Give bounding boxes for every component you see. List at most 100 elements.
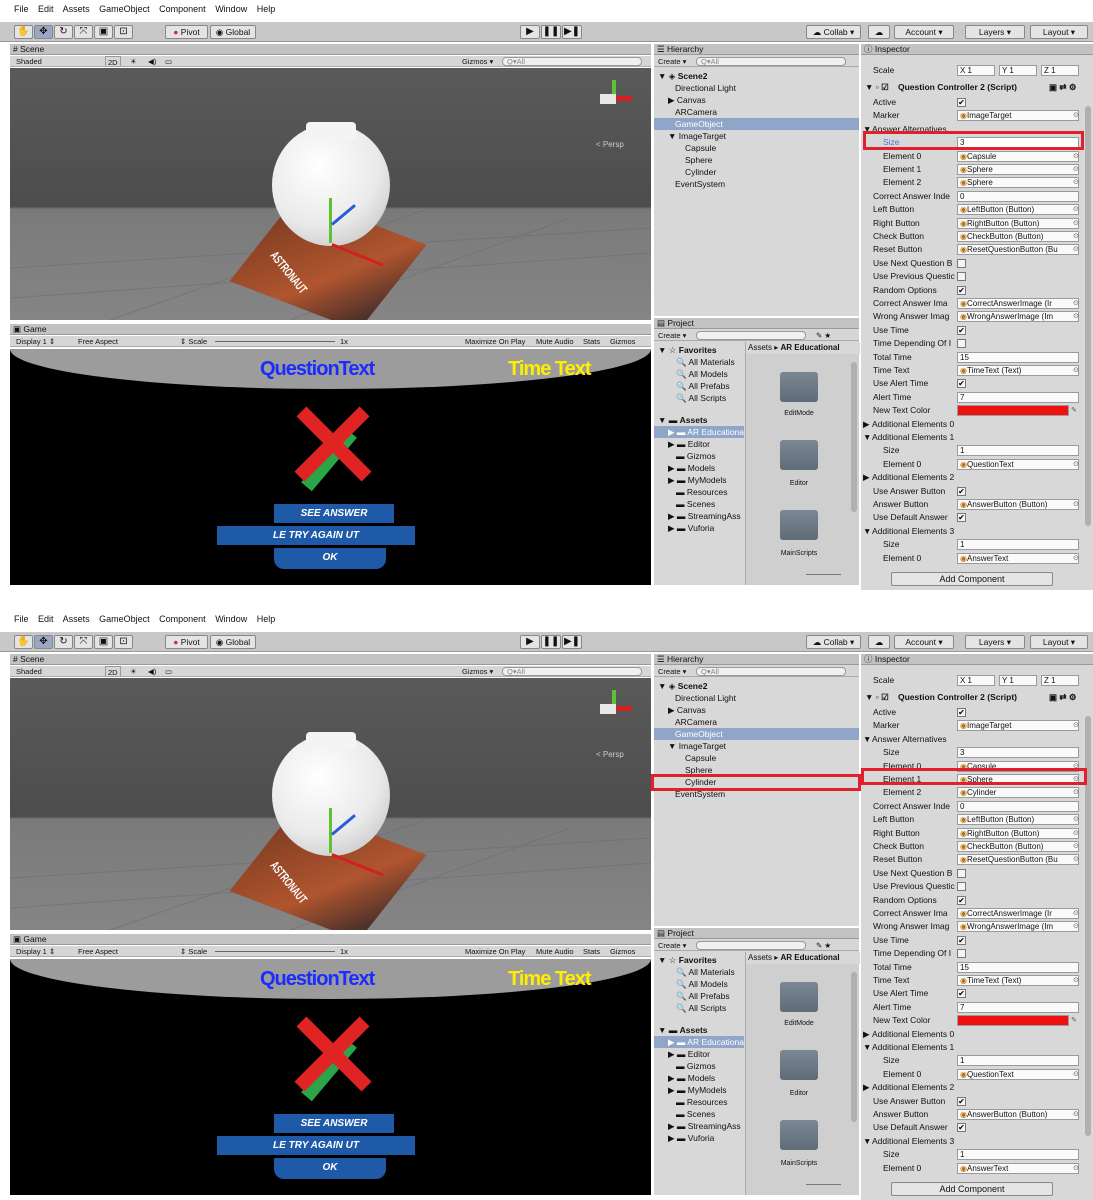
game-viewport[interactable]: QuestionText Time Text SEE ANSWER LE TRY… [10, 349, 651, 585]
fav-all-prefabs[interactable]: 🔍 All Prefabs [676, 990, 730, 1002]
maximize-on-play-toggle[interactable]: Maximize On Play [465, 336, 525, 346]
checkbox-use-default-answer[interactable]: ✔ [957, 513, 966, 523]
hierarchy-item-gameobject[interactable]: GameObject [654, 728, 859, 740]
try-again-button[interactable]: LE TRY AGAIN UT [217, 526, 415, 545]
cloud-icon[interactable]: ☁ [868, 635, 890, 649]
asset-folder-ar-educational[interactable]: ▶ ▬ AR Educationa [654, 426, 744, 438]
mute-audio-toggle[interactable]: Mute Audio [536, 336, 574, 346]
favorites-folder[interactable]: ▼ ☆ Favorites [658, 954, 717, 966]
field-answer-button[interactable]: ◉AnswerButton (Button) [957, 1109, 1079, 1120]
checkbox-use-alert-time[interactable]: ✔ [957, 379, 966, 389]
asset-folder-resources[interactable]: ▬ Resources [676, 486, 728, 498]
inspector-scrollbar[interactable] [1085, 106, 1091, 526]
field-correct-answer-inde[interactable]: 0 [957, 800, 1079, 812]
game-gizmos-dropdown[interactable]: Gizmos [610, 336, 635, 346]
foldout-arrow-icon[interactable]: ▶ [863, 1081, 870, 1094]
field-element-2[interactable]: ◉Sphere [957, 177, 1079, 189]
menu-window[interactable]: Window [215, 4, 247, 14]
hierarchy-item-capsule[interactable]: Capsule [685, 142, 716, 154]
field-element-0[interactable]: ◉AnswerText [957, 1162, 1079, 1174]
hierarchy-search-input[interactable]: Q▾All [696, 667, 846, 676]
game-viewport[interactable]: QuestionText Time Text SEE ANSWER LE TRY… [10, 959, 651, 1195]
hierarchy-tab[interactable]: ☰ Hierarchy [654, 654, 859, 665]
object-picker-icon[interactable]: ⊙ [1073, 176, 1079, 189]
color-swatch-new-text-color[interactable] [957, 405, 1069, 417]
hand-tool-icon[interactable]: ✋ [14, 25, 33, 39]
field-element-0[interactable]: ◉QuestionText [957, 1068, 1079, 1080]
object-picker-icon[interactable]: ⊙ [1073, 203, 1079, 216]
field-size[interactable]: 1 [957, 1055, 1079, 1067]
field-wrong-answer-imag[interactable]: ◉WrongAnswerImage (Im [957, 921, 1079, 933]
scene-tab[interactable]: # Scene [13, 44, 44, 54]
try-again-button[interactable]: LE TRY AGAIN UT [217, 1136, 415, 1155]
hierarchy-create-button[interactable]: Create ▾ [658, 666, 686, 676]
pause-button[interactable]: ❚❚ [541, 635, 561, 649]
foldout-arrow-icon[interactable]: ▼ [863, 1135, 871, 1148]
scale-x-field[interactable]: X 1 [957, 65, 995, 76]
foldout-arrow-icon[interactable]: ▶ [863, 418, 870, 431]
stats-toggle[interactable]: Stats [583, 946, 600, 956]
scene-search-input[interactable]: Q▾All [502, 667, 642, 676]
field-check-button[interactable]: ◉CheckButton (Button) [957, 231, 1079, 242]
field-check-button[interactable]: ◉CheckButton (Button) [957, 841, 1079, 852]
play-button[interactable]: ▶ [520, 635, 540, 649]
see-answer-button[interactable]: SEE ANSWER [274, 504, 394, 523]
object-picker-icon[interactable]: ⊙ [1073, 1162, 1079, 1175]
field-left-button[interactable]: ◉LeftButton (Button) [957, 814, 1079, 826]
scale-slider[interactable] [215, 951, 335, 952]
orientation-gizmo-icon[interactable] [596, 690, 632, 726]
field-reset-button[interactable]: ◉ResetQuestionButton (Bu [957, 854, 1079, 866]
asset-folder-scenes[interactable]: ▬ Scenes [676, 1108, 715, 1120]
inspector-label-additional-elements-3[interactable]: Additional Elements 3 [872, 1135, 1012, 1148]
checkbox-use-alert-time[interactable]: ✔ [957, 989, 966, 999]
object-picker-icon[interactable]: ⊙ [1073, 243, 1079, 256]
object-picker-icon[interactable]: ⊙ [1073, 150, 1079, 163]
hierarchy-item-sphere[interactable]: Sphere [685, 154, 712, 166]
inspector-label-answer-alternatives[interactable]: Answer Alternatives [872, 733, 1012, 746]
game-tab[interactable]: ▣ Game [13, 934, 47, 944]
field-reset-button[interactable]: ◉ResetQuestionButton (Bu [957, 244, 1079, 256]
menu-edit[interactable]: Edit [38, 614, 54, 624]
transform-tool-icon[interactable]: ⊡ [114, 25, 133, 39]
folder-editmode-icon[interactable] [780, 372, 818, 402]
hierarchy-item-arcamera[interactable]: ARCamera [675, 716, 717, 728]
stats-toggle[interactable]: Stats [583, 336, 600, 346]
field-size[interactable]: 1 [957, 445, 1079, 457]
checkbox-random-options[interactable]: ✔ [957, 285, 966, 295]
add-component-button[interactable]: Add Component [891, 572, 1053, 586]
inspector-label-additional-elements-0[interactable]: Additional Elements 0 [872, 1028, 1012, 1041]
aspect-dropdown[interactable]: Free Aspect [78, 946, 118, 956]
inspector-label-additional-elements-0[interactable]: Additional Elements 0 [872, 418, 1012, 431]
scale-tool-icon[interactable]: ⤧ [74, 25, 93, 39]
menu-assets[interactable]: Assets [63, 4, 90, 14]
pivot-toggle[interactable]: ● Pivot [165, 635, 208, 649]
orientation-gizmo-icon[interactable] [596, 80, 632, 116]
move-tool-icon[interactable]: ✥ [34, 635, 53, 649]
audio-icon[interactable]: ◀) [148, 56, 156, 66]
fav-all-scripts[interactable]: 🔍 All Scripts [676, 1002, 726, 1014]
menu-help[interactable]: Help [257, 614, 276, 624]
hand-tool-icon[interactable]: ✋ [14, 635, 33, 649]
checkbox-time-depending-of-i[interactable] [957, 949, 966, 959]
inspector-label-additional-elements-1[interactable]: Additional Elements 1 [872, 1041, 1012, 1054]
component-settings-icon[interactable]: ▣ ⇄ ⚙ [1049, 81, 1077, 94]
object-picker-icon[interactable]: ⊙ [1073, 907, 1079, 920]
scale-z-field[interactable]: Z 1 [1041, 675, 1079, 686]
2d-toggle[interactable]: 2D [105, 56, 121, 66]
filter-icon[interactable]: ✎ ★ [816, 940, 831, 950]
effects-icon[interactable]: ▭ [165, 56, 172, 66]
foldout-arrow-icon[interactable]: ▼ [863, 431, 871, 444]
display-dropdown[interactable]: Display 1 ⇕ [16, 336, 55, 346]
assets-folder[interactable]: ▼ ▬ Assets [658, 1024, 708, 1036]
object-picker-icon[interactable]: ⊙ [1073, 552, 1079, 565]
field-correct-answer-ima[interactable]: ◉CorrectAnswerImage (Ir [957, 908, 1079, 919]
menu-file[interactable]: File [14, 4, 29, 14]
field-wrong-answer-imag[interactable]: ◉WrongAnswerImage (Im [957, 311, 1079, 323]
checkbox-random-options[interactable]: ✔ [957, 895, 966, 905]
checkbox-time-depending-of-i[interactable] [957, 339, 966, 349]
hierarchy-item-arcamera[interactable]: ARCamera [675, 106, 717, 118]
fav-all-models[interactable]: 🔍 All Models [676, 368, 728, 380]
field-element-2[interactable]: ◉Cylinder [957, 787, 1079, 799]
account-dropdown[interactable]: Account ▾ [894, 25, 954, 39]
field-right-button[interactable]: ◉RightButton (Button) [957, 217, 1079, 229]
